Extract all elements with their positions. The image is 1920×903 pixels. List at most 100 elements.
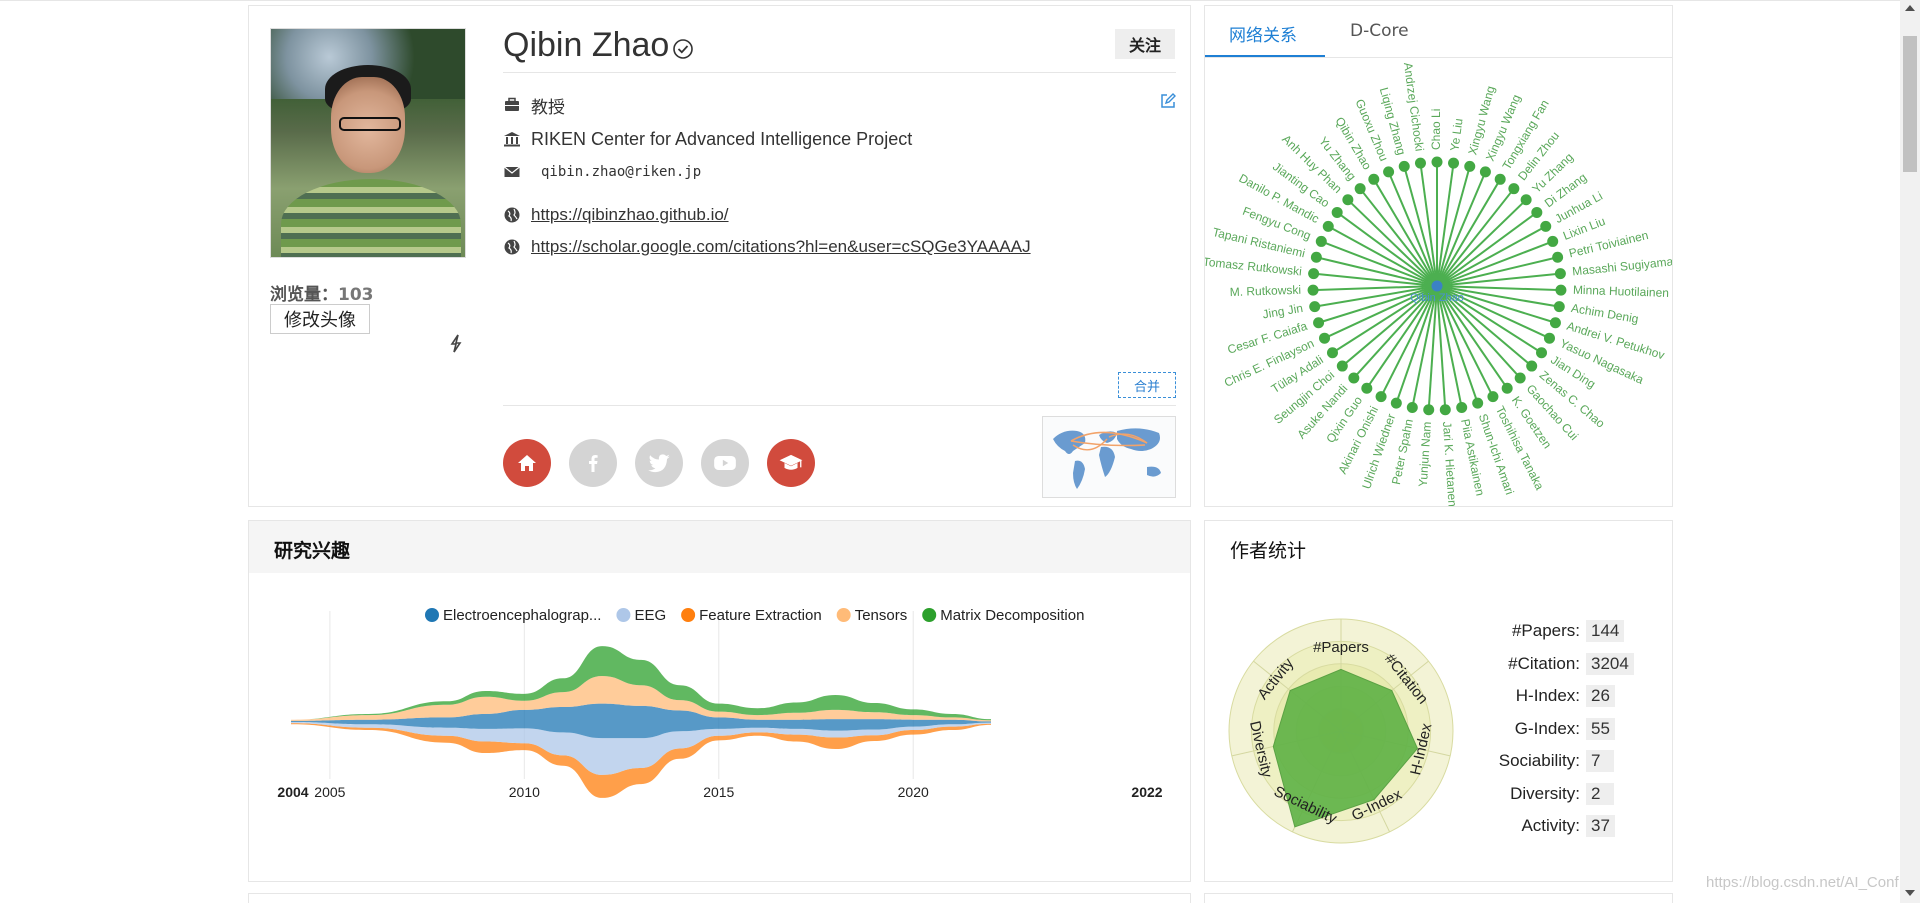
network-node[interactable] bbox=[1310, 251, 1322, 263]
network-node-label[interactable]: M. Rutkowski bbox=[1230, 283, 1302, 299]
network-node[interactable] bbox=[1501, 382, 1513, 394]
network-node-label[interactable]: Minna Huotilainen bbox=[1573, 283, 1669, 300]
stat-row: G-Index: 55 bbox=[1415, 717, 1615, 741]
network-node[interactable] bbox=[1448, 157, 1460, 169]
legend-item[interactable]: Tensors bbox=[836, 607, 908, 624]
network-node[interactable] bbox=[1540, 220, 1552, 232]
network-node[interactable] bbox=[1553, 301, 1565, 313]
legend-swatch bbox=[922, 608, 937, 622]
network-node[interactable] bbox=[1547, 235, 1559, 247]
network-node[interactable] bbox=[1368, 173, 1380, 185]
twitter-social-button[interactable] bbox=[635, 439, 683, 487]
tab-dcore[interactable]: D-Core bbox=[1350, 21, 1409, 41]
refresh-flash-icon[interactable] bbox=[445, 332, 469, 356]
page-scrollbar[interactable] bbox=[1900, 0, 1920, 903]
network-node[interactable] bbox=[1431, 156, 1443, 168]
network-node[interactable] bbox=[1555, 284, 1567, 296]
stat-row: Diversity: 2 bbox=[1415, 782, 1614, 806]
network-node[interactable] bbox=[1322, 220, 1334, 232]
change-avatar-button[interactable]: 修改头像 bbox=[270, 304, 370, 334]
network-node[interactable] bbox=[1307, 284, 1319, 296]
network-node[interactable] bbox=[1315, 235, 1327, 247]
network-node[interactable] bbox=[1414, 157, 1426, 169]
network-node[interactable] bbox=[1423, 404, 1435, 416]
network-card: 网络关系 D-Core Chao Li Ye Liu Xingyu Wang Xing… bbox=[1204, 5, 1673, 507]
network-node[interactable] bbox=[1354, 183, 1366, 195]
network-node[interactable] bbox=[1479, 166, 1491, 178]
network-node[interactable] bbox=[1398, 160, 1410, 172]
network-node[interactable] bbox=[1383, 166, 1395, 178]
network-node[interactable] bbox=[1508, 183, 1520, 195]
network-node[interactable] bbox=[1319, 332, 1331, 344]
network-node-label[interactable]: Yunjun Nam bbox=[1416, 421, 1434, 487]
network-node[interactable] bbox=[1348, 372, 1360, 384]
view-count-label: 浏览量： bbox=[270, 285, 338, 305]
scroll-thumb[interactable] bbox=[1903, 36, 1917, 172]
network-node-label[interactable]: Ye Liu bbox=[1447, 118, 1465, 153]
network-node-label[interactable]: Jing Jin bbox=[1261, 301, 1303, 322]
facebook-social-button[interactable] bbox=[569, 439, 617, 487]
x-tick-label: 2010 bbox=[509, 784, 540, 800]
home-social-button[interactable] bbox=[503, 439, 551, 487]
network-node[interactable] bbox=[1456, 402, 1468, 414]
scholar-social-button[interactable] bbox=[767, 439, 815, 487]
youtube-social-button[interactable] bbox=[701, 439, 749, 487]
legend-item[interactable]: EEG bbox=[616, 607, 666, 624]
network-node[interactable] bbox=[1494, 173, 1506, 185]
network-node[interactable] bbox=[1487, 391, 1499, 403]
network-edge bbox=[1436, 178, 1502, 287]
network-node[interactable] bbox=[1531, 206, 1543, 218]
stat-row: #Citation: 3204 bbox=[1415, 652, 1634, 676]
legend-label: Electroencephalograp... bbox=[443, 607, 601, 624]
follow-button[interactable]: 关注 bbox=[1115, 29, 1175, 59]
coauthor-network-graph[interactable]: Chao Li Ye Liu Xingyu WangXingyu WangTongx… bbox=[1205, 58, 1672, 506]
network-node[interactable] bbox=[1543, 332, 1555, 344]
legend-item[interactable]: Matrix Decomposition bbox=[922, 607, 1084, 624]
stat-label: G-Index: bbox=[1514, 718, 1580, 738]
scroll-down-arrow[interactable] bbox=[1905, 890, 1915, 896]
network-node[interactable] bbox=[1326, 347, 1338, 359]
network-node[interactable] bbox=[1336, 360, 1348, 372]
stat-label: Sociability: bbox=[1498, 751, 1580, 770]
network-node[interactable] bbox=[1309, 301, 1321, 313]
network-node[interactable] bbox=[1390, 397, 1402, 409]
network-edge bbox=[1436, 166, 1471, 287]
network-node[interactable] bbox=[1313, 317, 1325, 329]
legend-item[interactable]: Electroencephalograp... bbox=[425, 607, 601, 624]
network-node[interactable] bbox=[1331, 206, 1343, 218]
edit-icon[interactable] bbox=[1159, 92, 1177, 110]
homepage-link[interactable]: https://qibinzhao.github.io/ bbox=[531, 205, 729, 225]
scholar-link[interactable]: https://scholar.google.com/citations?hl=… bbox=[531, 237, 1031, 257]
network-node[interactable] bbox=[1554, 268, 1566, 280]
network-node[interactable] bbox=[1406, 402, 1418, 414]
network-node[interactable] bbox=[1439, 404, 1451, 416]
world-map-thumbnail[interactable] bbox=[1042, 416, 1176, 498]
research-interest-streamgraph[interactable]: Electroencephalograp... EEG Feature Extrac… bbox=[249, 573, 1190, 881]
network-node[interactable] bbox=[1514, 372, 1526, 384]
tab-network[interactable]: 网络关系 bbox=[1229, 21, 1297, 46]
network-node[interactable] bbox=[1472, 397, 1484, 409]
network-node-label[interactable]: Chao Li bbox=[1429, 109, 1443, 150]
network-node-label[interactable]: Jari K. Hietanen bbox=[1440, 421, 1460, 506]
network-node[interactable] bbox=[1308, 268, 1320, 280]
scroll-up-arrow[interactable] bbox=[1905, 5, 1915, 11]
network-node[interactable] bbox=[1375, 391, 1387, 403]
network-node[interactable] bbox=[1464, 160, 1476, 172]
legend-label: Feature Extraction bbox=[699, 607, 822, 624]
next-card-top bbox=[248, 893, 1191, 903]
merge-button[interactable]: 合并 bbox=[1118, 372, 1176, 398]
network-node[interactable] bbox=[1361, 382, 1373, 394]
stat-value: 37 bbox=[1586, 815, 1615, 837]
network-node-label[interactable]: Tomasz Rutkowski bbox=[1205, 255, 1302, 279]
network-node[interactable] bbox=[1342, 194, 1354, 206]
network-center-node[interactable] bbox=[1431, 280, 1443, 292]
network-node[interactable] bbox=[1549, 317, 1561, 329]
network-node[interactable] bbox=[1520, 194, 1532, 206]
network-node[interactable] bbox=[1526, 360, 1538, 372]
network-node-label[interactable]: Masashi Sugiyama bbox=[1572, 254, 1672, 278]
stat-row: H-Index: 26 bbox=[1415, 684, 1615, 708]
network-node[interactable] bbox=[1552, 251, 1564, 263]
legend-item[interactable]: Feature Extraction bbox=[681, 607, 822, 624]
network-node[interactable] bbox=[1536, 347, 1548, 359]
watermark-text: https://blog.csdn.net/AI_Conf bbox=[1706, 874, 1899, 891]
